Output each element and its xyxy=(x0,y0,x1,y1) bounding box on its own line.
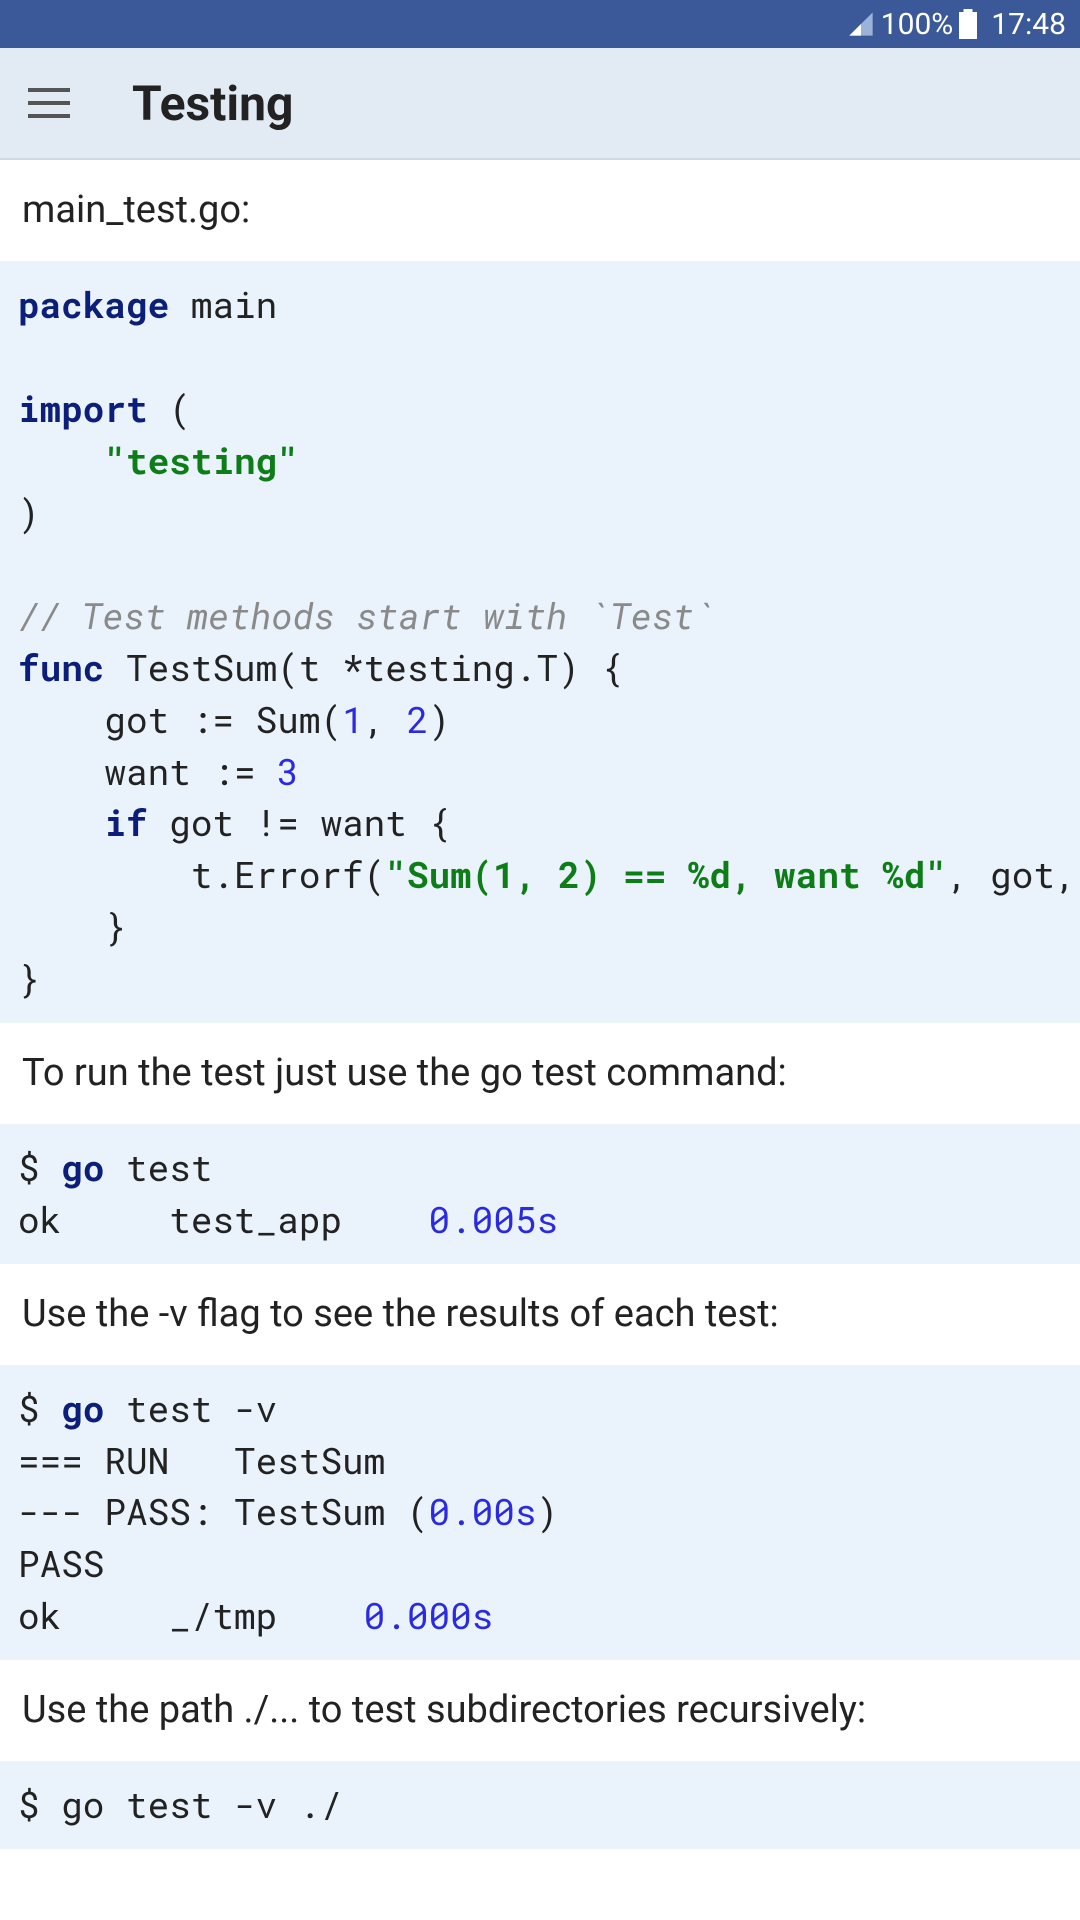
duration: 0.00s xyxy=(428,1487,536,1535)
code-text: , xyxy=(364,695,407,743)
duration: 0.000s xyxy=(364,1591,494,1639)
keyword: go xyxy=(61,1143,104,1191)
paragraph: Use the -v flag to see the results of ea… xyxy=(0,1264,1080,1365)
keyword: go xyxy=(61,1384,104,1432)
paragraph: Use the path ./... to test subdirectorie… xyxy=(0,1660,1080,1761)
paragraph: To run the test just use the go test com… xyxy=(0,1023,1080,1124)
battery-pct: 100% xyxy=(881,7,954,42)
code-text: ) xyxy=(429,695,451,743)
code-text: main xyxy=(169,280,277,328)
code-text: ( xyxy=(148,384,191,432)
battery-icon xyxy=(959,9,977,39)
code-text: } xyxy=(18,954,40,1002)
keyword: import xyxy=(18,384,148,432)
code-block-go-test-v: $ go test -v === RUN TestSum --- PASS: T… xyxy=(0,1365,1080,1660)
code-text: TestSum(t *testing.T) { xyxy=(104,643,622,691)
comment: // Test methods start with `Test` xyxy=(18,591,715,639)
cell-signal-icon xyxy=(847,10,875,38)
status-bar: 100% 17:48 xyxy=(0,0,1080,48)
code-text: $ xyxy=(18,1384,61,1432)
code-text: } xyxy=(18,902,126,950)
code-text: ok test_app xyxy=(18,1195,428,1243)
code-text: ) xyxy=(18,488,40,536)
code-text xyxy=(18,436,104,484)
number-literal: 2 xyxy=(407,695,429,743)
code-block-partial: $ go test -v ./ xyxy=(0,1761,1080,1849)
app-bar: Testing xyxy=(0,48,1080,160)
clock: 17:48 xyxy=(991,7,1066,42)
code-text: want := xyxy=(18,747,277,795)
code-text xyxy=(18,798,104,846)
code-text: test -v xyxy=(104,1384,277,1432)
code-text: , got, want) xyxy=(947,850,1080,898)
code-text: PASS xyxy=(18,1539,104,1587)
keyword: func xyxy=(18,643,104,691)
code-text: t.Errorf( xyxy=(18,850,385,898)
string-literal: "Sum(1, 2) == %d, want %d" xyxy=(385,850,947,898)
code-text: got != want { xyxy=(148,798,450,846)
code-text: $ xyxy=(18,1143,61,1191)
content-scroll[interactable]: main_test.go: package main import ( "tes… xyxy=(0,160,1080,1920)
menu-icon[interactable] xyxy=(28,79,76,127)
code-text: ) xyxy=(537,1487,559,1535)
duration: 0.005s xyxy=(428,1195,558,1243)
string-literal: "testing" xyxy=(104,436,298,484)
keyword: package xyxy=(18,280,169,328)
code-text: --- PASS: TestSum ( xyxy=(18,1487,428,1535)
number-literal: 1 xyxy=(342,695,364,743)
code-block-main-test: package main import ( "testing" ) // Tes… xyxy=(0,261,1080,1023)
code-text: === RUN TestSum xyxy=(18,1436,385,1484)
file-label: main_test.go: xyxy=(0,160,1080,261)
code-text: ok _/tmp xyxy=(18,1591,364,1639)
code-text: test xyxy=(104,1143,212,1191)
code-block-go-test: $ go test ok test_app 0.005s xyxy=(0,1124,1080,1264)
number-literal: 3 xyxy=(277,747,299,795)
page-title: Testing xyxy=(132,75,293,132)
code-text: got := Sum( xyxy=(18,695,342,743)
keyword: if xyxy=(104,798,147,846)
